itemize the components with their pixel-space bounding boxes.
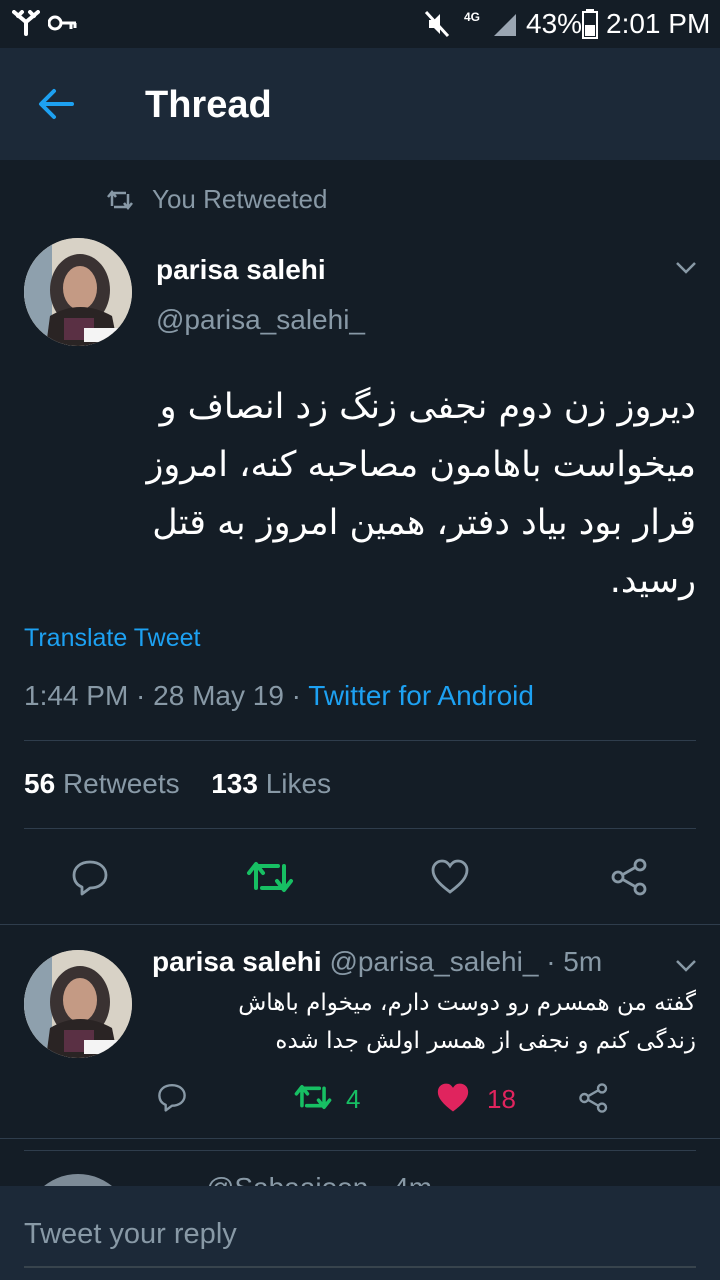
- app-bar: [0, 48, 720, 160]
- divider: [24, 1150, 696, 1151]
- likes-count: 133: [211, 768, 258, 799]
- translate-tweet-link[interactable]: Translate Tweet: [24, 624, 200, 653]
- retweet-icon[interactable]: [246, 858, 294, 896]
- reply-like-count: 18: [487, 1084, 516, 1114]
- next-tweet-peek: @Sabaajoon · 4m: [0, 1160, 720, 1186]
- share-icon[interactable]: [578, 1082, 610, 1114]
- author-name[interactable]: parisa salehi: [156, 254, 326, 286]
- reply-icon[interactable]: [156, 1082, 188, 1112]
- reply-handle-time[interactable]: @parisa_salehi_ · 5m: [329, 946, 602, 977]
- signal-icon: [494, 14, 516, 36]
- network-type: 4G: [464, 10, 481, 24]
- divider: [0, 1138, 720, 1139]
- reply-input[interactable]: Tweet your reply: [24, 1218, 237, 1251]
- next-tweet-header[interactable]: @Sabaajoon · 4m: [206, 1172, 432, 1186]
- author-handle[interactable]: @parisa_salehi_: [156, 304, 365, 336]
- reply-author-name[interactable]: parisa salehi: [152, 946, 322, 977]
- network-logo-icon: [12, 10, 40, 36]
- retweet-icon[interactable]: [294, 1082, 332, 1112]
- battery-percent: 43%: [526, 8, 583, 39]
- reply-text-line: گفته من همسرم رو دوست دارم، میخوام باهاش: [238, 990, 696, 1016]
- like-filled-icon[interactable]: [436, 1082, 470, 1114]
- divider: [24, 740, 696, 741]
- engagement-counts[interactable]: 56 Retweets 133 Likes: [24, 768, 331, 800]
- tweet-text-line: قرار بود بیاد دفتر، همین امروز به قتل: [152, 503, 696, 543]
- reply-header: parisa salehi @parisa_salehi_ · 5m: [152, 946, 602, 978]
- tweet-meta: 1:44 PM · 28 May 19 · Twitter for Androi…: [24, 680, 534, 712]
- next-avatar[interactable]: [24, 1174, 132, 1186]
- like-icon[interactable]: [430, 858, 470, 896]
- retweets-count: 56: [24, 768, 56, 799]
- retweet-context-label: You Retweeted: [152, 184, 328, 214]
- retweet-context-icon: [107, 189, 133, 211]
- divider: [24, 828, 696, 829]
- reply-text-line: زندگی کنم و نجفی از همسر اولش جدا شده: [275, 1028, 696, 1054]
- avatar-image: [24, 950, 132, 1058]
- tweet-text-line: رسید.: [609, 561, 696, 601]
- reply-avatar[interactable]: [24, 950, 132, 1058]
- avatar-image: [24, 238, 132, 346]
- tweet-text-line: میخواست باهامون مصاحبه کنه، امروز: [146, 445, 696, 485]
- reply-input-underline: [24, 1266, 696, 1268]
- retweets-label: Retweets: [62, 768, 180, 799]
- share-icon[interactable]: [610, 858, 650, 896]
- page-title: Thread: [145, 84, 272, 126]
- reply-text: گفته من همسرم رو دوست دارم، میخوام باهاش…: [152, 984, 696, 1060]
- chevron-down-icon[interactable]: [674, 958, 698, 974]
- tweet-text: دیروز زن دوم نجفی زنگ زد انصاف و میخواست…: [24, 378, 696, 610]
- likes-label: Likes: [265, 768, 332, 799]
- reply-icon[interactable]: [70, 858, 110, 896]
- tweet-source-link[interactable]: Twitter for Android: [308, 680, 534, 711]
- divider: [0, 924, 720, 925]
- mute-icon: [424, 10, 450, 38]
- avatar[interactable]: [24, 238, 132, 346]
- reply-retweet-count: 4: [346, 1084, 361, 1114]
- tweet-text-line: دیروز زن دوم نجفی زنگ زد انصاف و: [159, 387, 696, 427]
- chevron-down-icon[interactable]: [674, 260, 698, 276]
- back-arrow-icon[interactable]: [36, 86, 76, 122]
- status-bar: 4G 43% 2:01 PM: [0, 0, 720, 48]
- battery-icon: [582, 9, 598, 39]
- tweet-timestamp: 1:44 PM · 28 May 19 ·: [24, 680, 309, 711]
- clock: 2:01 PM: [606, 8, 711, 39]
- key-icon: [48, 15, 77, 31]
